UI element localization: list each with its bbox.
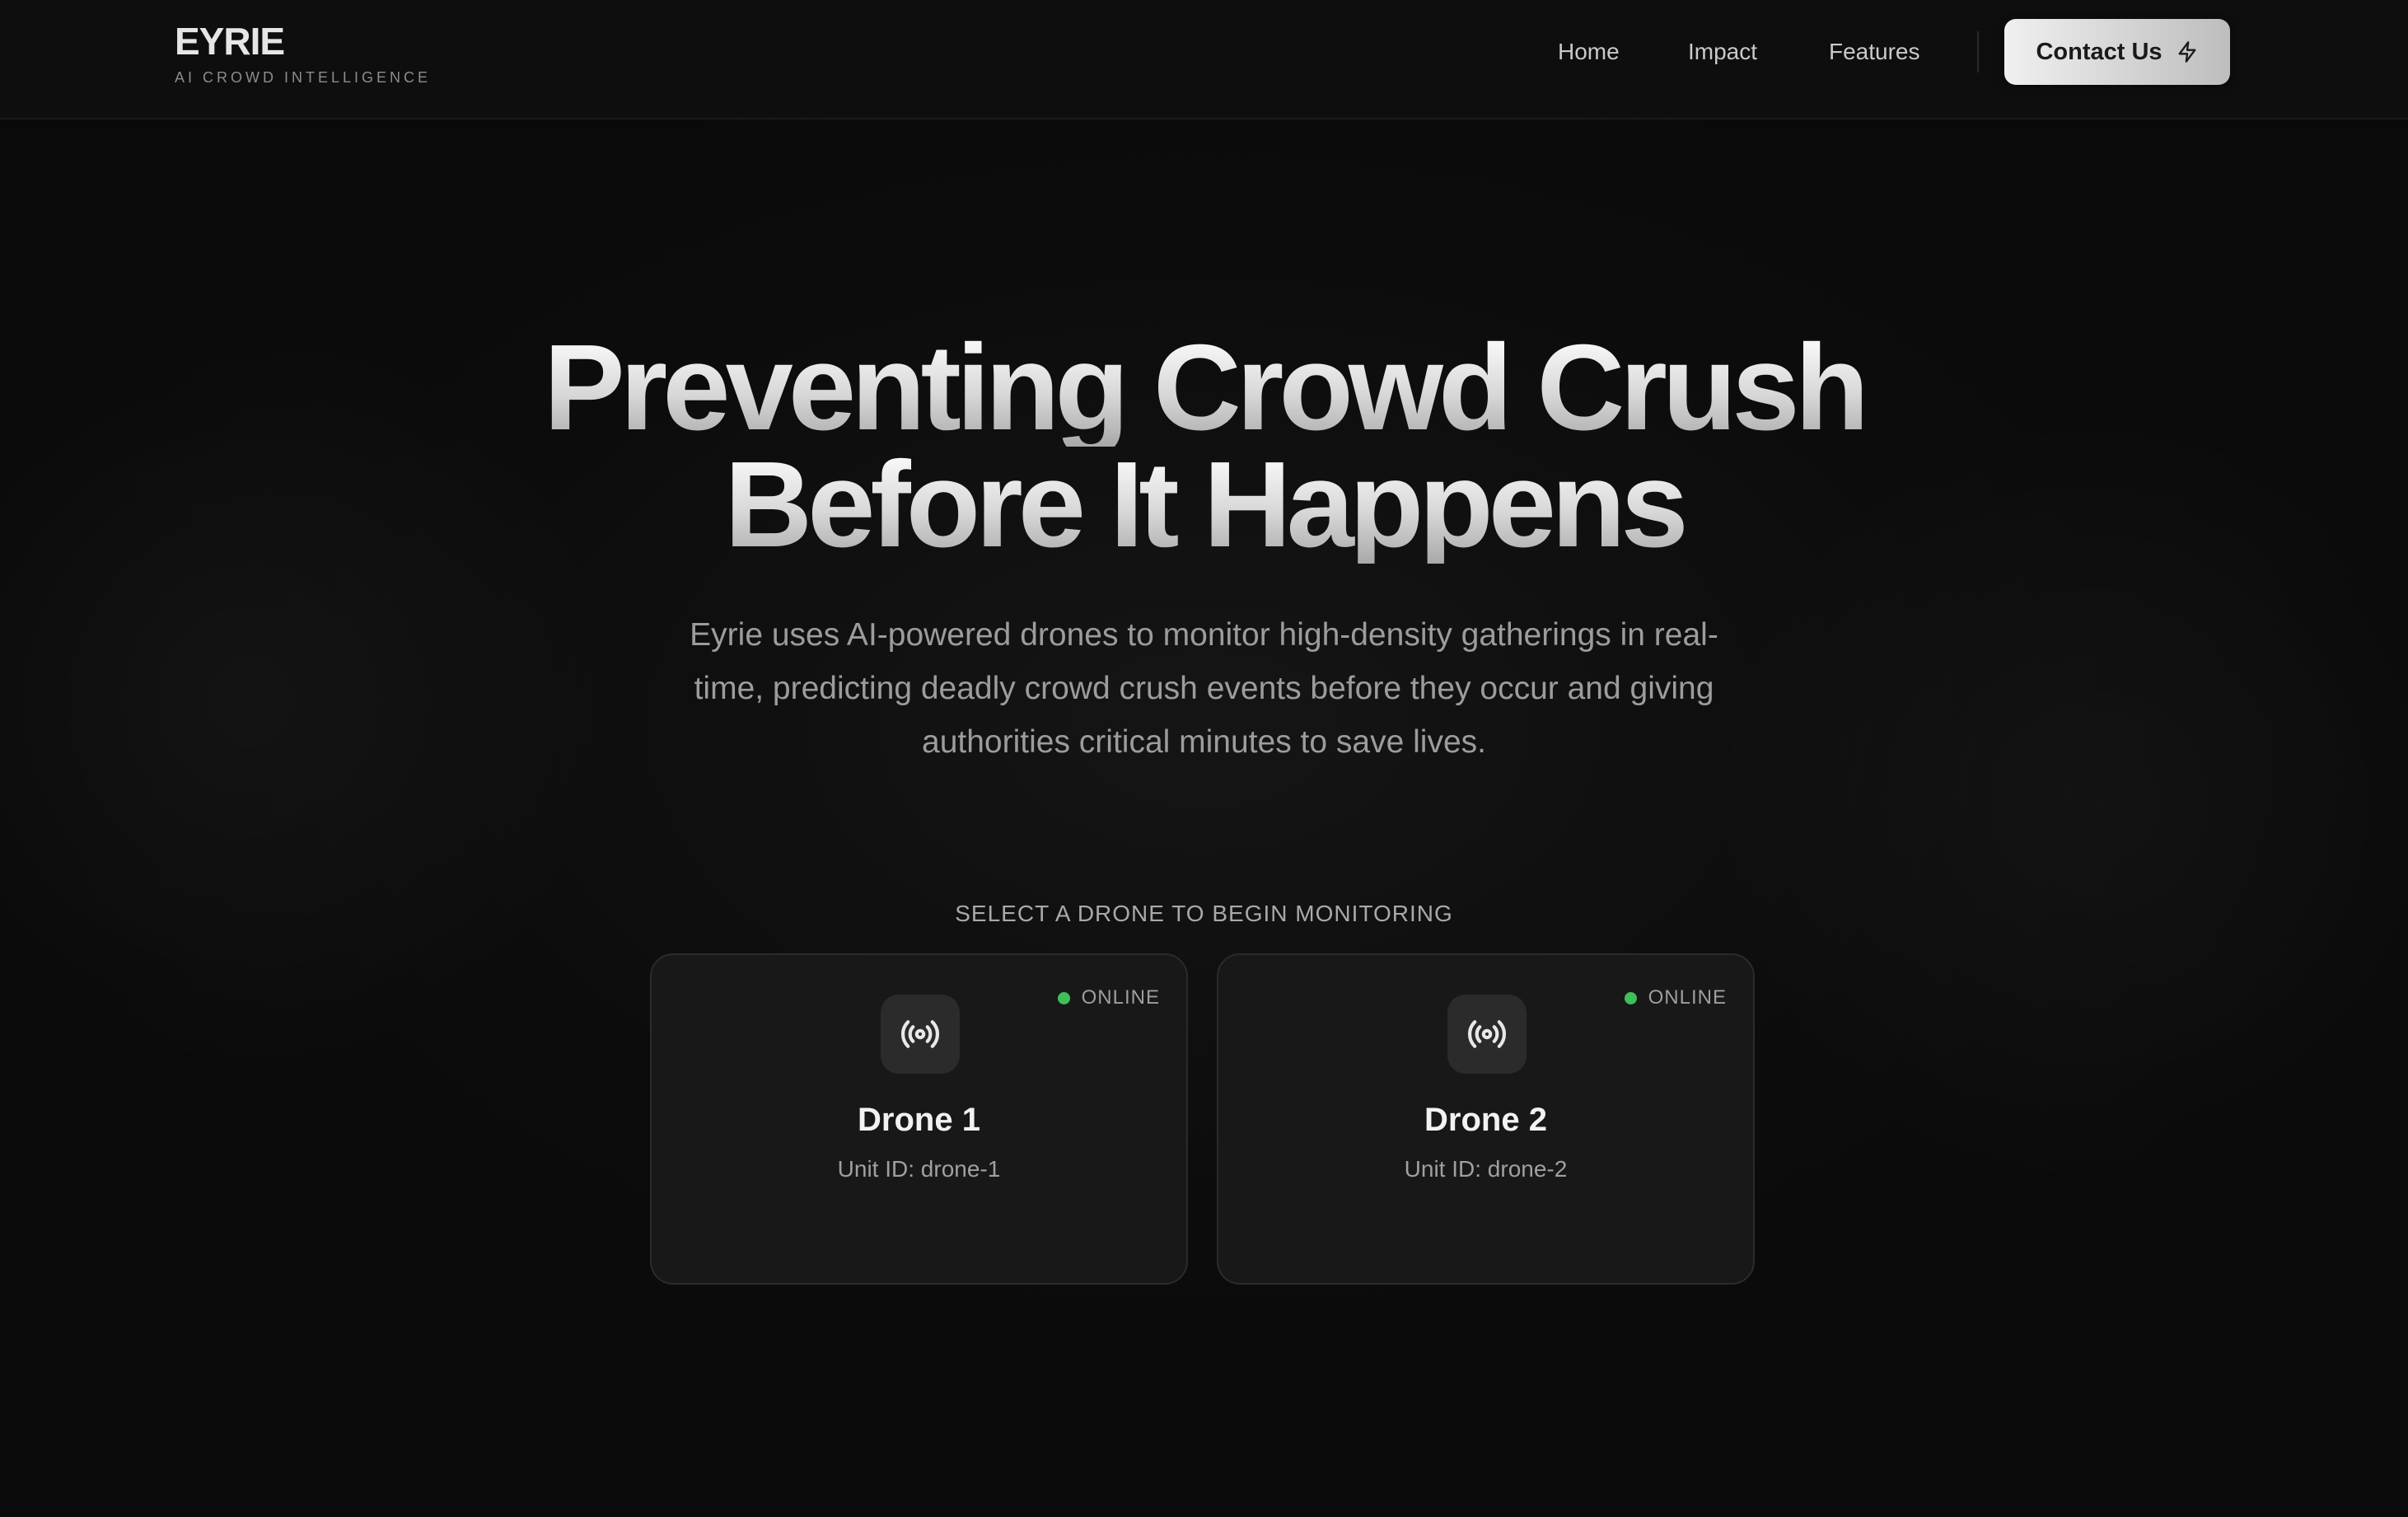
hero-title-line-2: Before It Happens [0, 444, 2408, 566]
contact-us-button[interactable]: Contact Us [2004, 19, 2230, 85]
hero-title-line-1: Preventing Crowd Crush [0, 327, 2408, 449]
drone-name: Drone 2 [1424, 1102, 1547, 1138]
status-text: ONLINE [1648, 986, 1727, 1009]
brand-name: EYRIE [175, 20, 285, 63]
status-text: ONLINE [1081, 986, 1160, 1009]
status-badge: ONLINE [1057, 986, 1160, 1009]
drone-icon-tile [1447, 995, 1527, 1074]
page: EYRIE AI CROWD INTELLIGENCE Home Impact … [0, 0, 2408, 1517]
drone-unit-id: Unit ID: drone-1 [837, 1156, 1001, 1182]
top-navbar: EYRIE AI CROWD INTELLIGENCE Home Impact … [0, 0, 2408, 119]
drone-icon-tile [881, 995, 960, 1074]
hero-subtitle: Eyrie uses AI-powered drones to monitor … [690, 617, 1718, 760]
nav-link-impact[interactable]: Impact [1688, 33, 1757, 71]
hero-title: Preventing Crowd Crush Before It Happens [0, 327, 2408, 566]
online-status-dot [1057, 991, 1070, 1004]
nav-divider [1977, 31, 1979, 73]
nav-link-home[interactable]: Home [1558, 33, 1620, 71]
brand-tagline: AI CROWD INTELLIGENCE [175, 69, 432, 86]
nav-link-features[interactable]: Features [1829, 33, 1920, 71]
drone-unit-id: Unit ID: drone-2 [1404, 1156, 1568, 1182]
broadcast-icon [901, 1020, 939, 1048]
broadcast-icon [1468, 1020, 1506, 1048]
drone-name: Drone 1 [858, 1102, 980, 1138]
lightning-icon [2178, 41, 2196, 63]
brand-logo[interactable]: EYRIE AI CROWD INTELLIGENCE [175, 18, 431, 87]
drone-card-1[interactable]: ONLINE Drone 1 Unit ID: drone-1 [650, 953, 1188, 1285]
contact-us-label: Contact Us [2036, 38, 2163, 65]
drone-select-prompt: SELECT A DRONE TO BEGIN MONITORING [955, 901, 1453, 926]
online-status-dot [1624, 991, 1637, 1004]
drone-card-2[interactable]: ONLINE Drone 2 Unit ID: drone-2 [1217, 953, 1755, 1285]
status-badge: ONLINE [1624, 986, 1727, 1009]
